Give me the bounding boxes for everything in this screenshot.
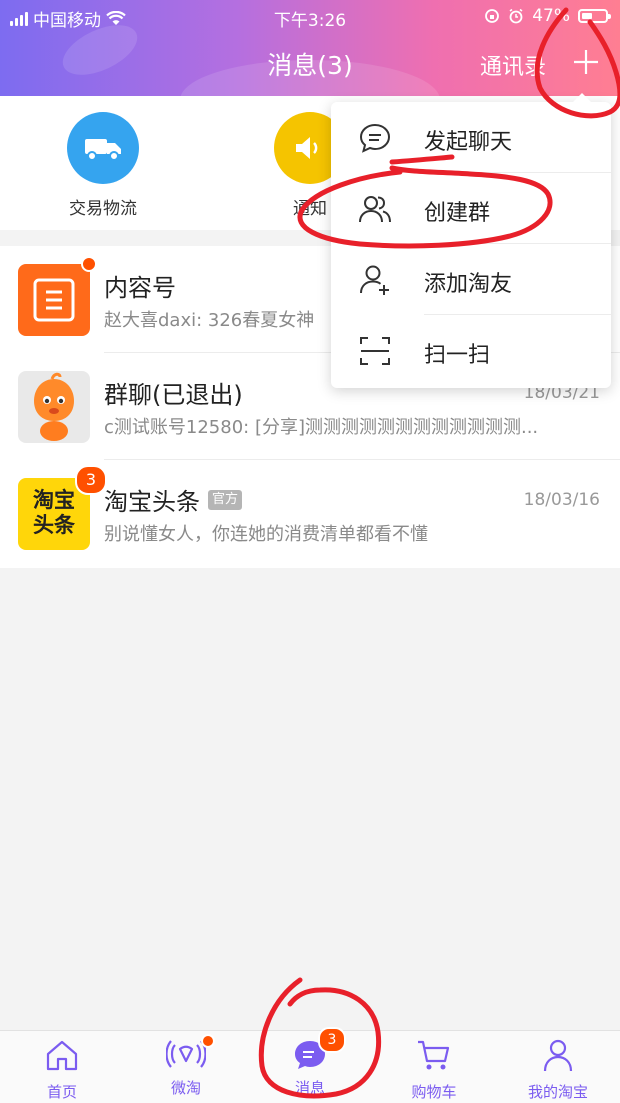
conversation-date: 18/03/16 [523, 490, 600, 510]
conversation-preview: 别说懂女人，你连她的消费清单都看不懂 [104, 524, 428, 545]
menu-item-start-chat[interactable]: 发起聊天 [331, 102, 611, 173]
tab-bar: 首页 微淘 3 消息 购物车 我的淘宝 [0, 1027, 620, 1103]
menu-item-add-friend[interactable]: 添加淘友 [331, 244, 611, 315]
battery-percent: 47% [532, 6, 570, 26]
user-icon [543, 1039, 573, 1072]
list-item[interactable]: 淘宝 头条 3 淘宝头条 官方 18/03/16 别说懂女人，你连她的消费清单都看… [0, 460, 620, 567]
group-icon [359, 196, 391, 223]
content-account-avatar [18, 264, 90, 336]
tab-cart[interactable]: 购物车 [372, 1037, 496, 1102]
cart-icon [418, 1040, 450, 1070]
conversation-name: 淘宝头条 官方 [104, 482, 243, 517]
broadcast-icon [165, 1034, 215, 1073]
tab-label: 购物车 [411, 1083, 457, 1101]
tab-messages[interactable]: 3 消息 [248, 1027, 372, 1098]
unread-badge: 3 [75, 465, 107, 495]
menu-item-create-group[interactable]: 创建群 [331, 173, 611, 244]
tab-weitao[interactable]: 微淘 [124, 1034, 248, 1098]
official-tag: 官方 [208, 490, 243, 510]
conversation-name: 内容号 [104, 274, 176, 302]
status-bar: 中国移动 下午3:26 47% [0, 0, 620, 32]
tab-label: 微淘 [170, 1079, 201, 1097]
truck-icon [67, 112, 139, 184]
tab-label: 首页 [46, 1083, 77, 1101]
tab-label: 消息 [294, 1079, 325, 1097]
add-friend-icon [360, 265, 389, 295]
avatar-text: 头条 [33, 513, 75, 537]
menu-item-label: 扫一扫 [424, 343, 491, 368]
alarm-icon [509, 8, 523, 24]
battery-icon [578, 9, 611, 23]
menu-item-label: 创建群 [424, 201, 491, 226]
tab-home[interactable]: 首页 [0, 1037, 124, 1102]
tab-label: 我的淘宝 [527, 1083, 588, 1101]
group-avatar [18, 371, 90, 443]
menu-item-label: 添加淘友 [424, 272, 513, 297]
unread-dot [201, 1034, 215, 1048]
tab-my-taobao[interactable]: 我的淘宝 [496, 1037, 620, 1102]
conversation-preview: c测试账号12580: [分享]测测测测测测测测测测测测... [104, 417, 539, 438]
rotation-lock-icon [485, 9, 500, 23]
contacts-button[interactable]: 通讯录 [480, 49, 546, 81]
conversation-name-text: 淘宝头条 [104, 488, 200, 516]
quick-action-label: 交易物流 [69, 199, 137, 219]
plus-icon[interactable] [571, 47, 601, 77]
unread-badge: 3 [318, 1027, 346, 1053]
message-icon: 3 [290, 1027, 346, 1073]
plus-dropdown-menu: 发起聊天 创建群 添加淘友 扫一扫 [331, 93, 611, 388]
menu-item-label: 发起聊天 [424, 130, 513, 155]
conversation-name: 群聊(已退出) [104, 381, 243, 409]
menu-item-scan[interactable]: 扫一扫 [331, 315, 611, 386]
header: 中国移动 下午3:26 47% 消息(3) 通讯录 [0, 0, 620, 96]
scan-icon [360, 337, 390, 365]
home-icon [46, 1040, 78, 1071]
unread-dot [81, 256, 97, 272]
chat-bubble-icon [359, 123, 391, 153]
quick-action-logistics[interactable]: 交易物流 [33, 112, 173, 219]
